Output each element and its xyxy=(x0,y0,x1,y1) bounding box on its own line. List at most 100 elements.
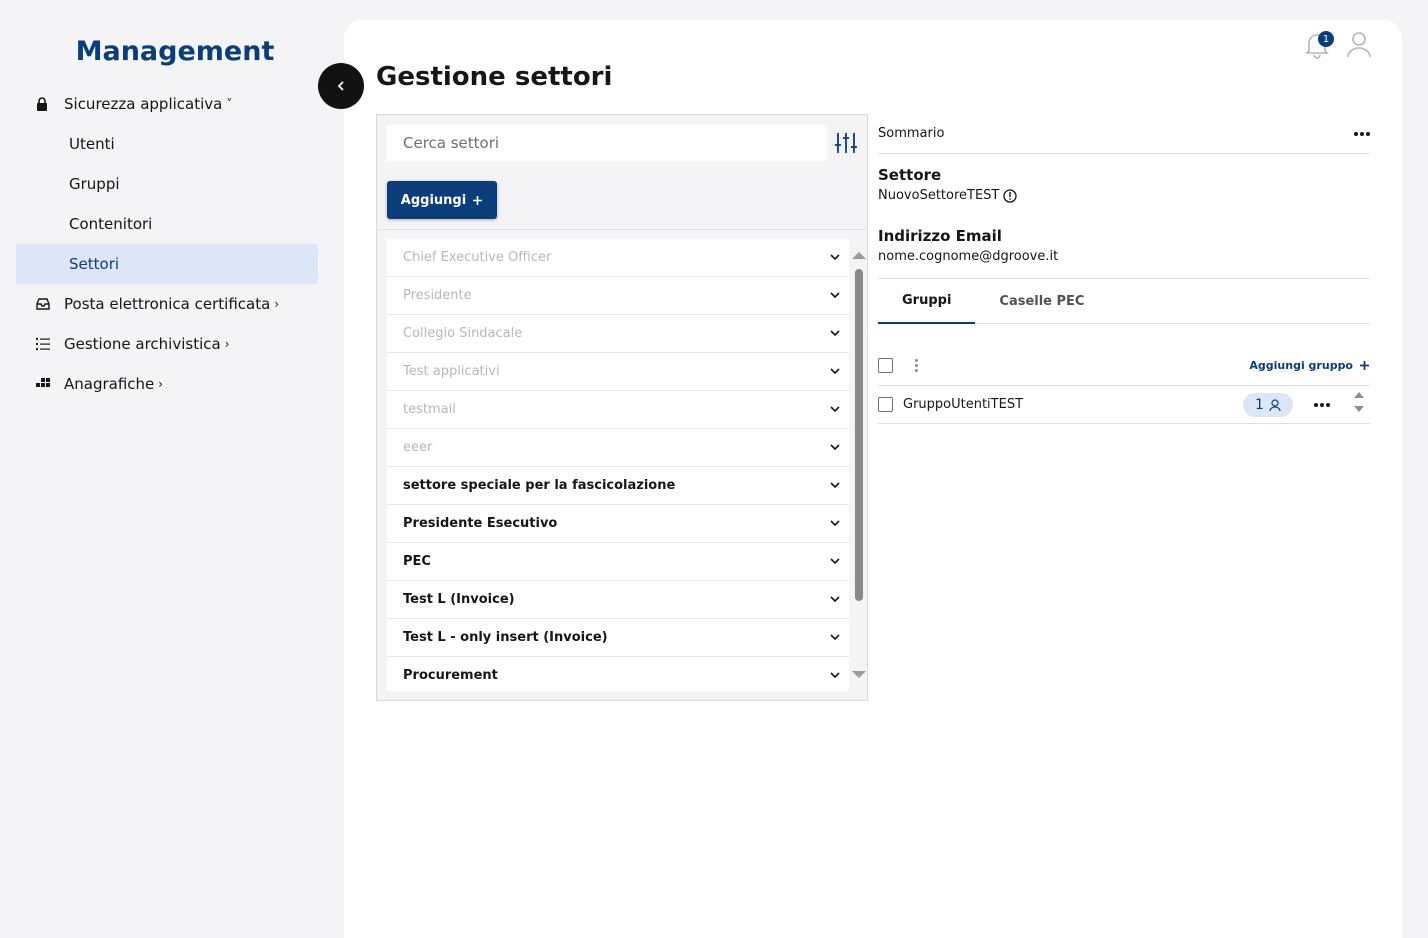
user-icon xyxy=(1269,398,1281,411)
select-all-checkbox[interactable] xyxy=(878,358,893,373)
list-item[interactable]: Chief Executive Officer xyxy=(387,239,849,277)
list-scrollbar[interactable] xyxy=(851,239,866,691)
list-item-label: testmail xyxy=(403,402,456,417)
sidebar-item-contenitori[interactable]: Contenitori xyxy=(16,204,318,244)
chevron-down-icon[interactable] xyxy=(829,326,841,341)
more-options-icon[interactable] xyxy=(1354,131,1370,136)
sidebar-item-label: Contenitori xyxy=(69,215,153,233)
chevron-down-icon[interactable] xyxy=(829,288,841,303)
scroll-down-arrow[interactable] xyxy=(1354,406,1364,412)
settori-list-panel: Aggiungi Chief Executive Officer Preside… xyxy=(376,114,868,701)
add-settore-button[interactable]: Aggiungi xyxy=(387,181,497,219)
chevron-down-icon[interactable] xyxy=(829,592,841,607)
list-item[interactable]: Test L - only insert (Invoice) xyxy=(387,619,849,657)
tab-caselle-pec[interactable]: Caselle PEC xyxy=(975,279,1108,324)
sidebar-item-utenti[interactable]: Utenti xyxy=(16,124,318,164)
divider xyxy=(377,229,867,230)
sidebar-item-label: Anagrafiche xyxy=(64,375,155,393)
list-item-label: settore speciale per la fascicolazione xyxy=(403,478,676,493)
group-name: GruppoUtentiTEST xyxy=(903,397,1024,412)
summary-header: Sommario xyxy=(878,114,1370,154)
chevron-down-icon[interactable] xyxy=(829,478,841,493)
collapse-sidebar-button[interactable] xyxy=(318,63,364,109)
chevron-down-icon[interactable] xyxy=(829,402,841,417)
settore-label: Settore xyxy=(878,166,942,184)
inbox-icon xyxy=(36,298,64,310)
chevron-down-icon[interactable] xyxy=(829,516,841,531)
row-options-icon[interactable] xyxy=(1314,403,1330,407)
chevron-down-icon[interactable] xyxy=(829,250,841,265)
member-count: 1 xyxy=(1255,397,1264,413)
sidebar-item-posta-elettronica-certificata[interactable]: Posta elettronica certificata › xyxy=(16,284,318,324)
add-group-button[interactable]: Aggiungi gruppo xyxy=(1249,359,1370,372)
notification-badge: 1 xyxy=(1318,31,1334,47)
chevron-down-icon[interactable] xyxy=(829,554,841,569)
list-item[interactable]: Test applicativi xyxy=(387,353,849,391)
list-item[interactable]: eeer xyxy=(387,429,849,467)
brand-title: Management xyxy=(75,36,275,67)
info-icon[interactable] xyxy=(1003,188,1018,203)
list-item-label: Test applicativi xyxy=(403,364,500,379)
add-group-label: Aggiungi gruppo xyxy=(1249,359,1353,372)
sidebar-item-label: Gestione archivistica xyxy=(64,335,221,353)
scroll-up-arrow[interactable] xyxy=(852,252,866,259)
list-item-label: Collegio Sindacale xyxy=(403,326,523,341)
row-checkbox[interactable] xyxy=(878,397,893,412)
summary-label: Sommario xyxy=(878,126,945,141)
scrollbar-thumb[interactable] xyxy=(855,269,863,601)
scroll-up-arrow[interactable] xyxy=(1354,392,1364,398)
sidebar-item-label: Posta elettronica certificata xyxy=(64,295,271,313)
sidebar: Management Sicurezza applicativa ˅ Utent… xyxy=(0,0,330,938)
chevron-right-icon: › xyxy=(274,297,280,311)
list-item[interactable]: Procurement xyxy=(387,657,849,691)
list-item-label: Chief Executive Officer xyxy=(403,250,552,265)
filter-settings-icon[interactable] xyxy=(835,133,857,157)
page-title: Gestione settori xyxy=(376,62,613,92)
chevron-right-icon: › xyxy=(224,337,230,351)
user-icon xyxy=(1347,32,1371,58)
list-item[interactable]: Presidente xyxy=(387,277,849,315)
list-item-label: Presidente xyxy=(403,288,472,303)
settori-list: Chief Executive Officer Presidente Colle… xyxy=(387,239,849,691)
sidebar-item-gestione-archivistica[interactable]: Gestione archivistica › xyxy=(16,324,318,364)
chevron-down-icon: ˅ xyxy=(226,97,233,111)
lock-icon xyxy=(36,97,64,111)
list-item[interactable]: PEC xyxy=(387,543,849,581)
vertical-dots-icon[interactable] xyxy=(915,359,918,372)
groups-scrollbar[interactable] xyxy=(1354,392,1364,420)
groups-toolbar: Aggiungi gruppo xyxy=(878,346,1370,386)
grid-icon xyxy=(36,378,64,390)
sidebar-item-label: Settori xyxy=(69,255,120,273)
chevron-right-icon: › xyxy=(158,377,164,391)
tab-gruppi[interactable]: Gruppi xyxy=(878,279,976,324)
chevron-down-icon[interactable] xyxy=(829,364,841,379)
scroll-down-arrow[interactable] xyxy=(852,671,866,678)
chevron-down-icon[interactable] xyxy=(829,630,841,645)
user-profile-button[interactable] xyxy=(1346,30,1372,62)
list-item[interactable]: Presidente Esecutivo xyxy=(387,505,849,543)
sidebar-nav: Sicurezza applicativa ˅ Utenti Gruppi Co… xyxy=(16,84,318,404)
settore-detail-panel: Sommario Settore NuovoSettoreTEST Indiri… xyxy=(878,114,1370,424)
sidebar-item-settori[interactable]: Settori xyxy=(16,244,318,284)
search-input[interactable] xyxy=(387,125,827,161)
list-item[interactable]: settore speciale per la fascicolazione xyxy=(387,467,849,505)
chevron-down-icon[interactable] xyxy=(829,668,841,683)
sidebar-item-anagrafiche[interactable]: Anagrafiche › xyxy=(16,364,318,404)
member-count-badge[interactable]: 1 xyxy=(1243,393,1293,417)
list-item[interactable]: Collegio Sindacale xyxy=(387,315,849,353)
notifications-button[interactable]: 1 xyxy=(1304,31,1334,61)
chevron-down-icon[interactable] xyxy=(829,440,841,455)
list-item[interactable]: testmail xyxy=(387,391,849,429)
list-item-label: Test L - only insert (Invoice) xyxy=(403,630,608,645)
table-row[interactable]: GruppoUtentiTEST 1 xyxy=(878,386,1370,424)
sidebar-item-label: Gruppi xyxy=(69,175,120,193)
list-icon xyxy=(36,338,64,350)
detail-tabs: Gruppi Caselle PEC xyxy=(878,278,1370,324)
main-panel: 1 Gestione settori Aggiungi Chief Execut… xyxy=(344,20,1402,938)
chevron-left-icon xyxy=(337,81,344,91)
list-item[interactable]: Test L (Invoice) xyxy=(387,581,849,619)
sidebar-item-gruppi[interactable]: Gruppi xyxy=(16,164,318,204)
sidebar-item-label: Sicurezza applicativa xyxy=(64,95,223,113)
list-item-label: Presidente Esecutivo xyxy=(403,516,558,531)
sidebar-item-sicurezza-applicativa[interactable]: Sicurezza applicativa ˅ xyxy=(16,84,318,124)
